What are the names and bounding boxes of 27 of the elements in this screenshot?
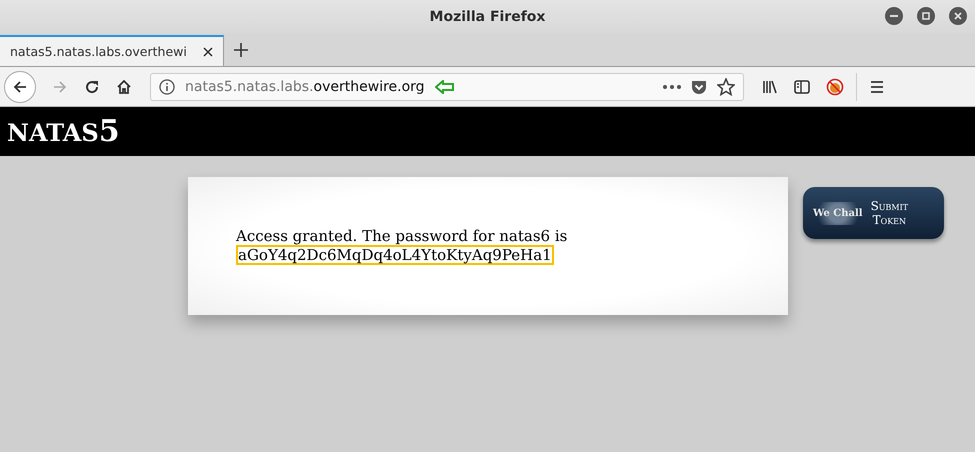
page-heading: NATAS5: [7, 114, 120, 149]
arrow-left-icon: [434, 80, 455, 94]
sidebar-icon[interactable]: [794, 78, 810, 94]
window-title: Mozilla Firefox: [430, 8, 546, 24]
menu-icon[interactable]: [869, 78, 885, 94]
url-text: natas5.natas.labs.overthewire.org: [185, 78, 425, 94]
more-icon[interactable]: [663, 84, 681, 88]
blocked-extension-icon[interactable]: [826, 78, 844, 96]
message-text: Access granted. The password for natas6 is: [236, 227, 568, 245]
close-icon[interactable]: [949, 7, 967, 25]
new-tab-icon[interactable]: [234, 43, 248, 57]
star-icon[interactable]: [717, 78, 735, 96]
close-icon[interactable]: [203, 46, 213, 56]
info-icon[interactable]: [159, 78, 175, 94]
tab-title: natas5.natas.labs.overthewi: [10, 44, 188, 59]
password-text: aGoY4q2Dc6MqDq4oL4YtoKtyAq9PeHa1: [236, 245, 554, 265]
reload-icon[interactable]: [84, 78, 100, 94]
maximize-icon[interactable]: [917, 7, 935, 25]
minimize-icon[interactable]: [885, 7, 903, 25]
back-arrow-icon: [12, 78, 28, 94]
globe-logo: We Chall: [811, 202, 865, 224]
home-icon[interactable]: [116, 78, 132, 94]
address-bar[interactable]: natas5.natas.labs.overthewire.org: [150, 72, 744, 100]
library-icon[interactable]: [762, 78, 778, 94]
browser-tab[interactable]: natas5.natas.labs.overthewi: [0, 35, 224, 66]
pocket-icon[interactable]: [691, 78, 707, 94]
back-button[interactable]: [4, 70, 36, 102]
